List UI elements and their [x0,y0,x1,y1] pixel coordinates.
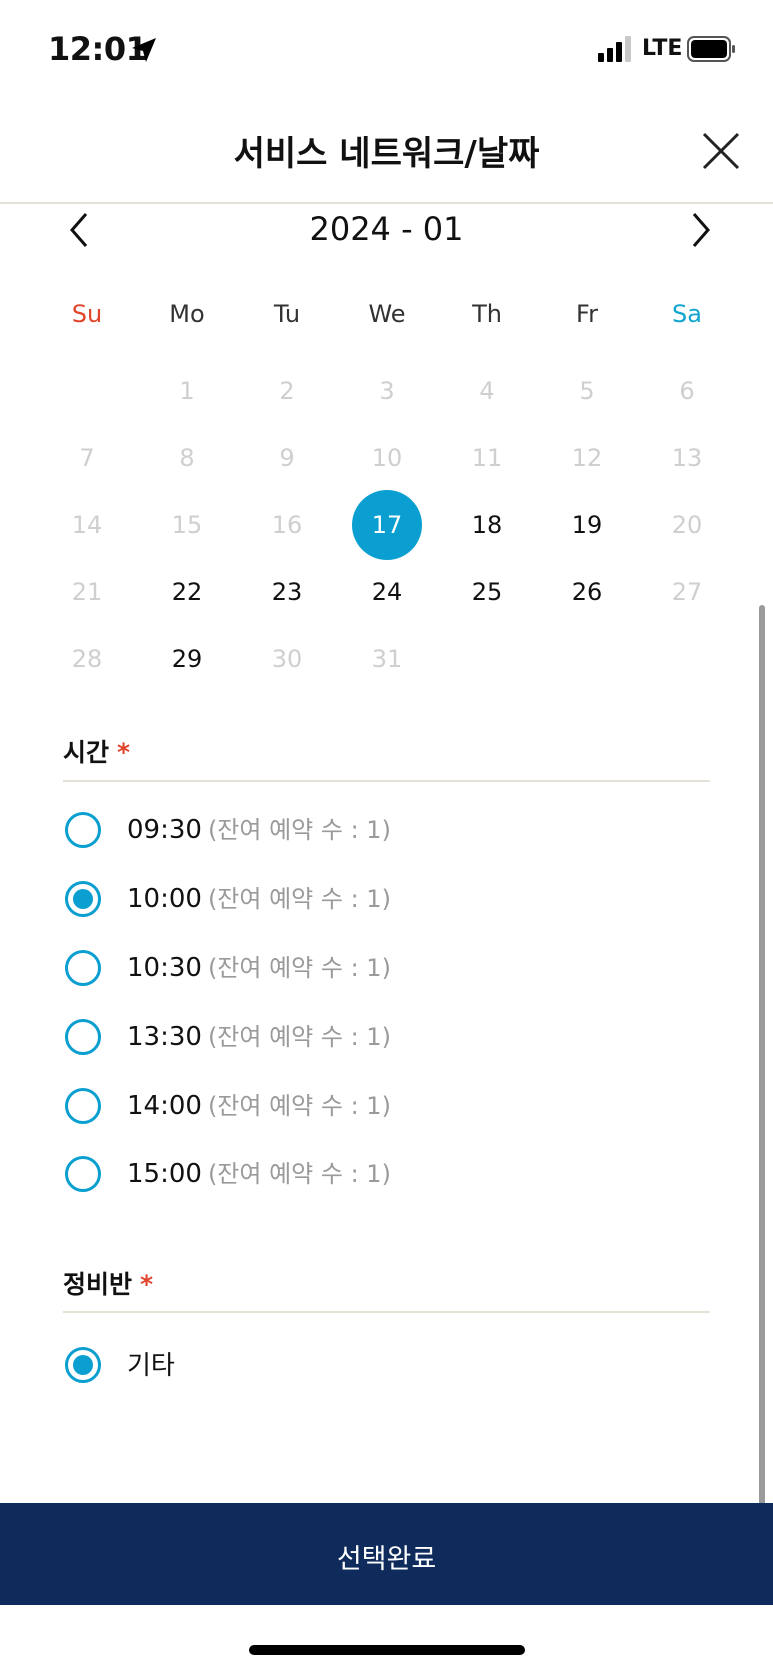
calendar-day: 28 [71,645,103,673]
radio-button[interactable] [65,1156,101,1192]
calendar-day: 30 [271,645,303,673]
remaining-count: (잔여 예약 수 : 1) [207,954,391,982]
confirm-button-label: 선택완료 [336,1544,437,1575]
calendar-day: 5 [579,377,595,405]
calendar-day: 20 [671,511,703,539]
scrollbar[interactable] [759,605,765,1505]
time-option[interactable]: 13:30 (잔여 예약 수 : 1) [63,1017,663,1061]
calendar-day[interactable]: 24 [337,556,437,628]
modal-header: 서비스 네트워크/날짜 [0,100,773,204]
radio-button[interactable] [65,1088,101,1124]
calendar-grid: 1 2 3 4 5 6 7 8 9 10 11 12 13 14 15 16 17 18 19 20 21 22 23 24 2… [37,355,737,715]
calendar-day[interactable]: 23 [237,556,337,628]
confirm-button[interactable]: 선택완료 [0,1503,773,1605]
radio-button[interactable] [65,881,101,917]
time-section-title: 시간 * [63,733,130,769]
time-section-label: 시간 [63,738,110,767]
network-label: LTE [642,36,683,61]
weekday-sat: Sa [672,300,702,328]
team-section-title: 정비반 * [63,1265,153,1301]
time-option[interactable]: 14:00 (잔여 예약 수 : 1) [63,1086,663,1130]
signal-icon [598,36,631,62]
calendar-day: 13 [671,444,703,472]
calendar-day: 1 [179,377,195,405]
weekday-fri: Fr [576,300,598,328]
calendar-day[interactable]: 26 [537,556,637,628]
time-option-text: 09:30 (잔여 예약 수 : 1) [127,810,391,845]
month-label: 2024 - 01 [309,210,464,248]
weekday-tue: Tu [273,300,301,328]
remaining-count: (잔여 예약 수 : 1) [207,1092,391,1120]
calendar-day: 31 [371,645,403,673]
radio-button[interactable] [65,1347,101,1383]
calendar-day: 15 [171,511,203,539]
home-indicator [249,1645,525,1655]
time-value: 13:30 [127,1022,202,1052]
calendar-day: 3 [379,377,395,405]
calendar-day: 16 [271,511,303,539]
required-mark: * [117,738,131,767]
calendar-day: 7 [79,444,95,472]
remaining-count: (잔여 예약 수 : 1) [207,885,391,913]
calendar-day: 12 [571,444,603,472]
calendar-day: 27 [671,578,703,606]
calendar-day: 11 [471,444,503,472]
battery-icon [687,36,735,62]
chevron-right-icon[interactable] [680,208,720,252]
page-title: 서비스 네트워크/날짜 [233,134,540,174]
calendar-day[interactable]: 22 [137,556,237,628]
calendar-day: 2 [279,377,295,405]
weekday-wed: We [368,300,406,328]
weekday-header: Su Mo Tu We Th Fr Sa [37,300,737,344]
calendar-day[interactable]: 19 [537,489,637,561]
calendar-day: 14 [71,511,103,539]
team-option-label: 기타 [127,1351,175,1381]
time-value: 14:00 [127,1091,202,1121]
location-arrow-icon [132,38,156,62]
time-value: 15:00 [127,1159,202,1189]
time-option[interactable]: 15:00 (잔여 예약 수 : 1) [63,1154,663,1198]
time-option-text: 13:30 (잔여 예약 수 : 1) [127,1017,391,1052]
time-option-text: 15:00 (잔여 예약 수 : 1) [127,1154,391,1189]
time-option-text: 14:00 (잔여 예약 수 : 1) [127,1086,391,1121]
status-bar: 12:01 LTE [0,0,773,100]
calendar-day: 6 [679,377,695,405]
radio-button[interactable] [65,950,101,986]
calendar-day[interactable]: 25 [437,556,537,628]
calendar-day: 8 [179,444,195,472]
remaining-count: (잔여 예약 수 : 1) [207,1023,391,1051]
time-option[interactable]: 10:30 (잔여 예약 수 : 1) [63,948,663,992]
time-option[interactable]: 09:30 (잔여 예약 수 : 1) [63,810,663,854]
weekday-sun: Su [71,300,103,328]
time-value: 10:00 [127,884,202,914]
divider [63,1311,710,1313]
calendar-day: 9 [279,444,295,472]
remaining-count: (잔여 예약 수 : 1) [207,1160,391,1188]
radio-button[interactable] [65,1019,101,1055]
remaining-count: (잔여 예약 수 : 1) [207,816,391,844]
weekday-mon: Mo [169,300,205,328]
divider [63,780,710,782]
close-icon[interactable] [698,128,744,174]
time-value: 10:30 [127,953,202,983]
calendar-day: 4 [479,377,495,405]
team-option-etc[interactable]: 기타 [63,1345,663,1389]
calendar-day[interactable]: 17 [337,489,437,561]
time-value: 09:30 [127,815,202,845]
team-section-label: 정비반 [63,1270,133,1299]
weekday-thu: Th [472,300,502,328]
time-option-text: 10:30 (잔여 예약 수 : 1) [127,948,391,983]
required-mark: * [140,1270,154,1299]
time-option-text: 10:00 (잔여 예약 수 : 1) [127,879,391,914]
calendar-day: 21 [71,578,103,606]
calendar-day: 10 [371,444,403,472]
calendar-day[interactable]: 18 [437,489,537,561]
time-option[interactable]: 10:00 (잔여 예약 수 : 1) [63,879,663,923]
radio-button[interactable] [65,812,101,848]
calendar-day[interactable]: 29 [137,623,237,695]
